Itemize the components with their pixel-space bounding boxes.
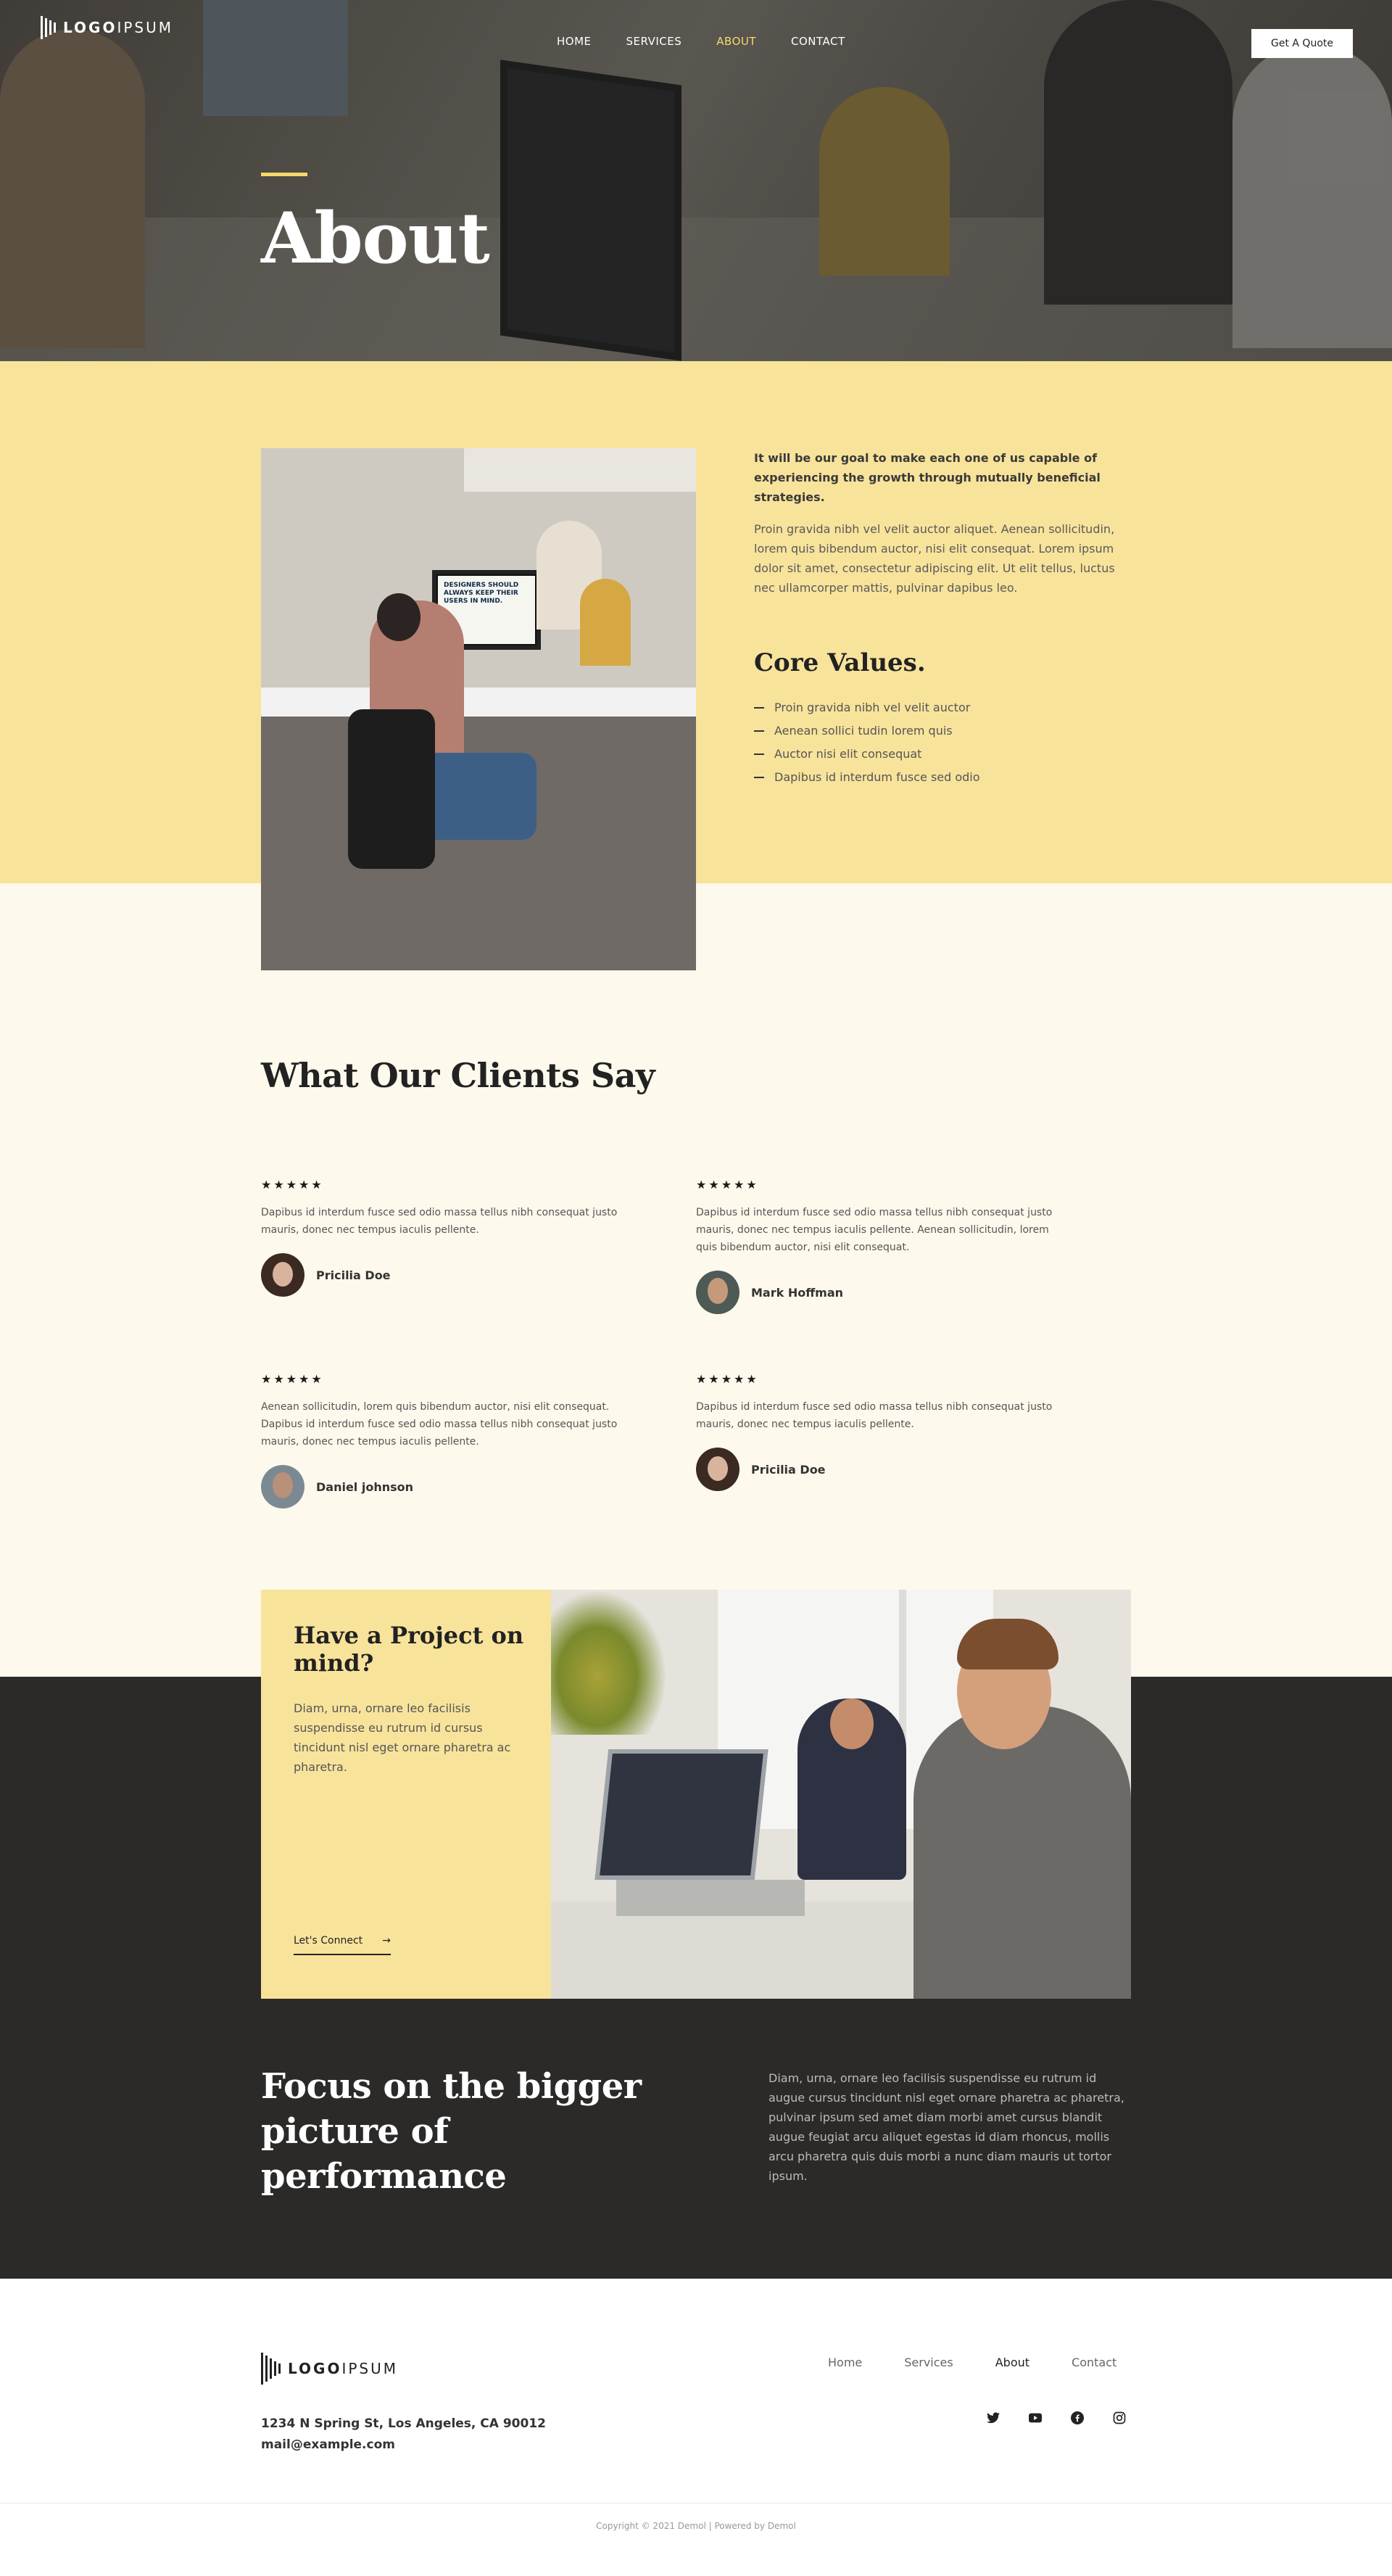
about-photo: DESIGNERS SHOULD ALWAYS KEEP THEIR USERS… bbox=[261, 448, 696, 970]
project-card: Have a Project on mind? Diam, urna, orna… bbox=[261, 1590, 1131, 1999]
focus-text: Diam, urna, ornare leo facilisis suspend… bbox=[768, 2071, 1124, 2183]
testimonial-card: ★★★★★ Dapibus id interdum fusce sed odio… bbox=[261, 1178, 638, 1297]
photo-laptop-stand bbox=[616, 1880, 805, 1916]
testimonial-quote: Dapibus id interdum fusce sed odio massa… bbox=[261, 1207, 618, 1236]
photo-laptop bbox=[594, 1749, 768, 1880]
photo-desk bbox=[261, 688, 696, 717]
logo-mark-icon bbox=[41, 16, 56, 39]
social-links bbox=[986, 2411, 1127, 2425]
site-footer: LOGOIPSUM Home Services About Contact 12… bbox=[0, 2279, 1392, 2503]
list-item: Proin gravida nibh vel velit auctor bbox=[754, 696, 980, 719]
nav-services[interactable]: SERVICES bbox=[626, 35, 682, 48]
star-rating: ★★★★★ bbox=[696, 1178, 759, 1192]
address: 1234 N Spring St, Los Angeles, CA 90012 bbox=[261, 2416, 546, 2431]
site-header: LOGOIPSUM HOME SERVICES ABOUT CONTACT Ge… bbox=[0, 0, 1392, 87]
project-title: Have a Project on mind? bbox=[294, 1622, 524, 1677]
star-rating: ★★★★★ bbox=[696, 1372, 759, 1386]
logo[interactable]: LOGOIPSUM bbox=[41, 16, 173, 39]
testimonial-author: Pricilia Doe bbox=[696, 1448, 1073, 1491]
photo-person-head bbox=[377, 593, 420, 641]
testimonials-title: What Our Clients Say bbox=[261, 1056, 655, 1095]
testimonial-quote: Aenean sollicitudin, lorem quis bibendum… bbox=[261, 1401, 618, 1448]
avatar bbox=[261, 1253, 304, 1297]
author-name: Pricilia Doe bbox=[316, 1268, 391, 1282]
footer-nav-contact[interactable]: Contact bbox=[1072, 2356, 1116, 2369]
testimonials-section: What Our Clients Say ★★★★★ Dapibus id in… bbox=[0, 883, 1392, 1677]
get-a-quote-button[interactable]: Get A Quote bbox=[1251, 29, 1353, 58]
photo-person-front bbox=[914, 1706, 1131, 1999]
contact-info: 1234 N Spring St, Los Angeles, CA 90012 … bbox=[261, 2414, 546, 2456]
about-body: Proin gravida nibh vel velit auctor aliq… bbox=[754, 522, 1115, 595]
lets-connect-link[interactable]: Let's Connect → bbox=[294, 1935, 391, 1955]
project-text: Diam, urna, ornare leo facilisis suspend… bbox=[294, 1701, 511, 1774]
nav-contact[interactable]: CONTACT bbox=[791, 35, 845, 48]
project-photo bbox=[551, 1590, 1131, 1999]
list-item: Aenean sollici tudin lorem quis bbox=[754, 719, 980, 743]
list-item: Auctor nisi elit consequat bbox=[754, 743, 980, 766]
photo-monitor-caption: DESIGNERS SHOULD ALWAYS KEEP THEIR USERS… bbox=[444, 582, 519, 605]
project-cta-panel: Have a Project on mind? Diam, urna, orna… bbox=[261, 1590, 551, 1999]
footer-nav-services[interactable]: Services bbox=[904, 2356, 953, 2369]
hero-section: LOGOIPSUM HOME SERVICES ABOUT CONTACT Ge… bbox=[0, 0, 1392, 361]
footer-nav: Home Services About Contact bbox=[828, 2356, 1116, 2369]
copyright: Copyright © 2021 Demol | Powered by Demo… bbox=[0, 2503, 1392, 2548]
arrow-right-icon: → bbox=[382, 1935, 391, 1947]
project-section: Have a Project on mind? Diam, urna, orna… bbox=[0, 1590, 1392, 2279]
hero-accent-bar bbox=[261, 173, 307, 176]
focus-title: Focus on the bigger picture of performan… bbox=[261, 2066, 642, 2197]
core-values-list: Proin gravida nibh vel velit auctor Aene… bbox=[754, 696, 980, 789]
testimonial-author: Daniel johnson bbox=[261, 1465, 638, 1508]
avatar bbox=[261, 1465, 304, 1508]
twitter-icon[interactable] bbox=[986, 2411, 1000, 2425]
main-nav: HOME SERVICES ABOUT CONTACT bbox=[557, 35, 845, 48]
author-name: Pricilia Doe bbox=[751, 1462, 826, 1477]
testimonial-card: ★★★★★ Dapibus id interdum fusce sed odio… bbox=[696, 1178, 1073, 1314]
logo-text: LOGOIPSUM bbox=[288, 2360, 399, 2377]
footer-nav-about[interactable]: About bbox=[995, 2356, 1030, 2369]
testimonial-card: ★★★★★ Aenean sollicitudin, lorem quis bi… bbox=[261, 1372, 638, 1508]
email-link[interactable]: mail@example.com bbox=[261, 2435, 546, 2456]
avatar bbox=[696, 1448, 740, 1491]
logo-mark-icon bbox=[261, 2353, 281, 2385]
nav-about[interactable]: ABOUT bbox=[716, 35, 756, 48]
testimonial-quote: Dapibus id interdum fusce sed odio massa… bbox=[696, 1207, 1053, 1253]
instagram-icon[interactable] bbox=[1112, 2411, 1127, 2425]
core-values-title: Core Values. bbox=[754, 648, 926, 677]
about-section: DESIGNERS SHOULD ALWAYS KEEP THEIR USERS… bbox=[0, 361, 1392, 970]
testimonial-quote: Dapibus id interdum fusce sed odio massa… bbox=[696, 1401, 1053, 1430]
list-item: Dapibus id interdum fusce sed odio bbox=[754, 766, 980, 789]
testimonial-author: Pricilia Doe bbox=[261, 1253, 638, 1297]
youtube-icon[interactable] bbox=[1028, 2411, 1043, 2425]
page-title: About bbox=[261, 197, 490, 279]
logo-text: LOGOIPSUM bbox=[63, 19, 174, 36]
photo-window bbox=[464, 448, 696, 492]
photo-person-front-hair bbox=[957, 1619, 1058, 1669]
photo-plant bbox=[551, 1590, 667, 1735]
facebook-icon[interactable] bbox=[1070, 2411, 1085, 2425]
testimonial-author: Mark Hoffman bbox=[696, 1271, 1073, 1314]
avatar bbox=[696, 1271, 740, 1314]
photo-chair bbox=[348, 709, 435, 869]
lets-connect-label: Let's Connect bbox=[294, 1935, 363, 1947]
testimonial-card: ★★★★★ Dapibus id interdum fusce sed odio… bbox=[696, 1372, 1073, 1491]
author-name: Mark Hoffman bbox=[751, 1285, 844, 1300]
nav-home[interactable]: HOME bbox=[557, 35, 592, 48]
author-name: Daniel johnson bbox=[316, 1479, 414, 1494]
star-rating: ★★★★★ bbox=[261, 1178, 324, 1192]
star-rating: ★★★★★ bbox=[261, 1372, 324, 1386]
photo-person-back-head bbox=[830, 1698, 874, 1749]
footer-nav-home[interactable]: Home bbox=[828, 2356, 862, 2369]
footer-logo[interactable]: LOGOIPSUM bbox=[261, 2353, 398, 2385]
photo-person-back bbox=[580, 579, 631, 666]
about-lead: It will be our goal to make each one of … bbox=[754, 451, 1101, 504]
